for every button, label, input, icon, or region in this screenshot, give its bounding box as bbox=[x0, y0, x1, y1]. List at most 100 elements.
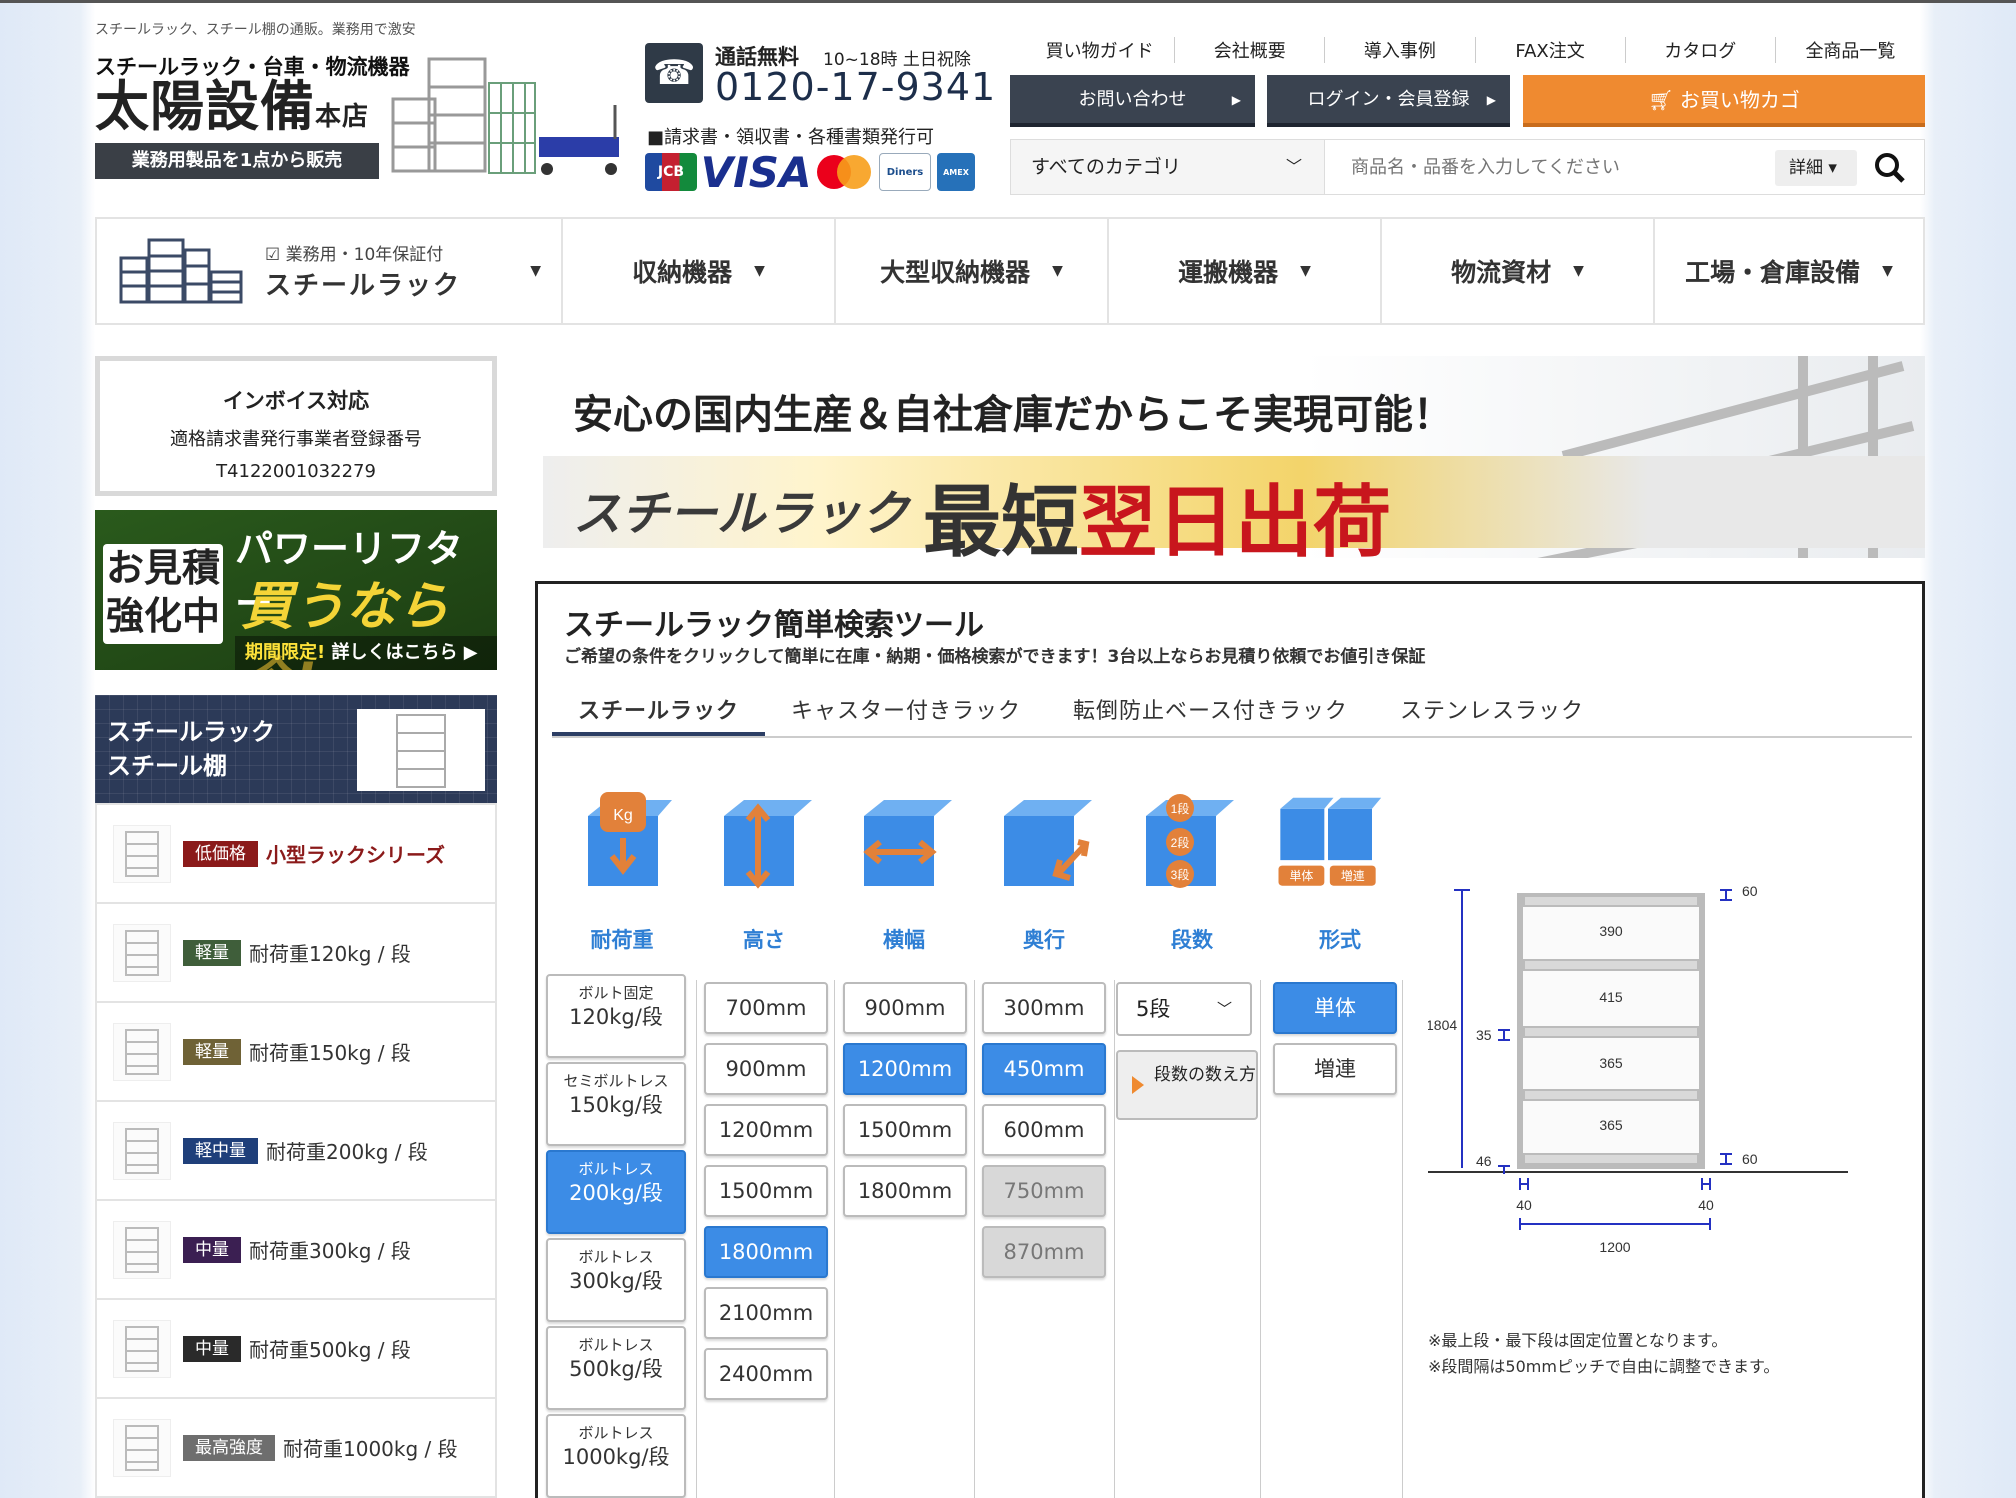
col-label-format: 形式 bbox=[1319, 928, 1361, 952]
sidebar-item[interactable]: 中量 耐荷重500kg / 段 bbox=[97, 1298, 495, 1397]
note-line: ※最上段・最下段は固定位置となります。 bbox=[1428, 1331, 1728, 1350]
detail-label: 詳細 bbox=[1789, 158, 1823, 178]
promo-banner[interactable]: お見積強化中 パワーリフター 買うなら今! 期間限定! 詳しくはこちら ▶ bbox=[95, 510, 497, 670]
sidebar-item[interactable]: 低価格 小型ラックシリーズ bbox=[97, 803, 495, 902]
cart-button[interactable]: 🛒︎ お買い物カゴ bbox=[1523, 75, 1925, 127]
load-option[interactable]: ボルトレス 200kg/段 bbox=[546, 1150, 686, 1234]
load-option-value: 500kg/段 bbox=[569, 1356, 663, 1381]
tier-2-text: 2段 bbox=[1171, 835, 1190, 850]
logo[interactable]: 太陽設備本店 bbox=[95, 77, 369, 147]
banner-headline: 安心の国内生産＆自社倉庫だからこそ実現可能！ bbox=[573, 392, 1453, 438]
dim-gap-35: 35 bbox=[1476, 1027, 1492, 1043]
sidebar-item[interactable]: 軽量 耐荷重150kg / 段 bbox=[97, 1001, 495, 1100]
tiers-howto-label: 段数の数え方 bbox=[1154, 1065, 1256, 1085]
kg-text: Kg bbox=[613, 807, 633, 824]
tiers-howto-button[interactable]: 段数の数え方 bbox=[1116, 1050, 1258, 1120]
tab-caster-rack[interactable]: キャスター付きラック bbox=[765, 688, 1047, 736]
caret-down-icon: ▼ bbox=[1573, 263, 1584, 279]
invoice-title: インボイス対応 bbox=[222, 389, 370, 413]
promo-details: 詳しくはこちら ▶ bbox=[331, 642, 478, 663]
tiers-select[interactable]: 5段 ﹀ bbox=[1116, 982, 1252, 1036]
catnav-factory[interactable]: 工場・倉庫設備 ▼ bbox=[1653, 219, 1923, 323]
sidebar-item-label: 耐荷重150kg / 段 bbox=[249, 1041, 411, 1065]
depth-option[interactable]: 750mm bbox=[982, 1165, 1106, 1217]
load-option-type: ボルト固定 bbox=[578, 984, 654, 1002]
depth-option[interactable]: 600mm bbox=[982, 1104, 1106, 1156]
contact-button[interactable]: お問い合わせ ▶ bbox=[1010, 75, 1255, 127]
sidebar-item[interactable]: 軽中量 耐荷重200kg / 段 bbox=[97, 1100, 495, 1199]
depth-option[interactable]: 300mm bbox=[982, 982, 1106, 1034]
height-option[interactable]: 1200mm bbox=[704, 1104, 828, 1156]
width-option[interactable]: 1800mm bbox=[843, 1165, 967, 1217]
sidebar-item-badge: 軽量 bbox=[183, 1038, 241, 1065]
width-option[interactable]: 1500mm bbox=[843, 1104, 967, 1156]
chevron-right-icon: ▶ bbox=[1231, 93, 1241, 107]
catnav-label: 物流資材 bbox=[1451, 258, 1552, 287]
jcb-logo-icon: JCB bbox=[645, 153, 697, 191]
load-option[interactable]: ボルトレス 300kg/段 bbox=[546, 1238, 686, 1322]
tab-steel-rack[interactable]: スチールラック bbox=[552, 688, 766, 736]
nav-shopping-guide[interactable]: 買い物ガイド bbox=[1025, 37, 1174, 63]
sidebar-list: 低価格 小型ラックシリーズ 軽量 耐荷重120kg / 段軽量 耐荷重150kg / 段… bbox=[95, 803, 497, 1498]
rack-thumbnail bbox=[113, 1418, 171, 1477]
promo-limited: 期間限定! bbox=[245, 642, 326, 663]
height-option[interactable]: 900mm bbox=[704, 1043, 828, 1095]
height-option[interactable]: 1800mm bbox=[704, 1226, 828, 1278]
format-option[interactable]: 単体 bbox=[1273, 982, 1397, 1034]
sidebar-item[interactable]: 軽量 耐荷重120kg / 段 bbox=[97, 902, 495, 1001]
sidebar-item-badge: 中量 bbox=[183, 1335, 241, 1362]
rack-search-tool: スチールラック簡単検索ツール ご希望の条件をクリックして簡単に在庫・納期・価格検… bbox=[535, 581, 1925, 1498]
banner-shipping: 最短翌日出荷 bbox=[923, 460, 1391, 558]
single-badge-text: 単体 bbox=[1290, 869, 1314, 883]
shelf-gap-1: 390 bbox=[1599, 923, 1623, 939]
catnav-large-storage[interactable]: 大型収納機器 ▼ bbox=[834, 219, 1107, 323]
nav-fax-order[interactable]: FAX注文 bbox=[1474, 37, 1625, 63]
height-option[interactable]: 700mm bbox=[704, 982, 828, 1034]
category-select[interactable]: すべてのカテゴリ ﹀ bbox=[1011, 140, 1325, 194]
invoice-number: T4122001032279 bbox=[216, 461, 376, 482]
height-option[interactable]: 2100mm bbox=[704, 1287, 828, 1339]
catnav-steel-rack[interactable]: ☑ 業務用・10年保証付 スチールラック ▼ bbox=[97, 219, 561, 323]
depth-option[interactable]: 450mm bbox=[982, 1043, 1106, 1095]
format-option[interactable]: 増連 bbox=[1273, 1043, 1397, 1095]
load-option-type: ボルトレス bbox=[578, 1336, 654, 1354]
catnav-label: 工場・倉庫設備 bbox=[1685, 258, 1861, 287]
load-capacity-icon: Kg bbox=[588, 792, 672, 886]
sidebar-item-label: 耐荷重500kg / 段 bbox=[249, 1338, 411, 1362]
detail-search-button[interactable]: 詳細 ▾ bbox=[1775, 150, 1857, 186]
height-option[interactable]: 2400mm bbox=[704, 1348, 828, 1400]
sidebar-heading[interactable]: スチールラック スチール棚 bbox=[95, 695, 497, 803]
login-button[interactable]: ログイン・会員登録 ▶ bbox=[1267, 75, 1510, 127]
nav-case-studies[interactable]: 導入事例 bbox=[1324, 37, 1474, 63]
width-icon bbox=[863, 800, 952, 886]
load-option[interactable]: セミボルトレス 150kg/段 bbox=[546, 1062, 686, 1146]
load-option[interactable]: ボルトレス 1000kg/段 bbox=[546, 1414, 686, 1498]
sidebar-item-badge: 軽中量 bbox=[183, 1137, 258, 1164]
nav-company[interactable]: 会社概要 bbox=[1174, 37, 1324, 63]
catnav-logistics[interactable]: 物流資材 ▼ bbox=[1380, 219, 1653, 323]
phone-number[interactable]: 0120-17-9341 bbox=[715, 65, 996, 109]
sidebar-item-badge: 中量 bbox=[183, 1236, 241, 1263]
load-option[interactable]: ボルトレス 500kg/段 bbox=[546, 1326, 686, 1410]
sidebar-item[interactable]: 最高強度 耐荷重1000kg / 段 bbox=[97, 1397, 495, 1496]
shipping-banner[interactable]: 安心の国内生産＆自社倉庫だからこそ実現可能！ スチールラック 最短翌日出荷 bbox=[543, 356, 1925, 558]
catnav-transport[interactable]: 運搬機器 ▼ bbox=[1107, 219, 1380, 323]
search-icon[interactable] bbox=[1869, 148, 1913, 188]
global-nav: 買い物ガイド 会社概要 導入事例 FAX注文 カタログ 全商品一覧 bbox=[1025, 37, 1925, 63]
load-option[interactable]: ボルト固定 120kg/段 bbox=[546, 974, 686, 1058]
logo-suffix: 本店 bbox=[315, 102, 370, 132]
nav-catalog[interactable]: カタログ bbox=[1624, 37, 1775, 63]
banner-product: スチールラック bbox=[573, 486, 910, 542]
nav-all-products[interactable]: 全商品一覧 bbox=[1774, 37, 1925, 63]
height-option[interactable]: 1500mm bbox=[704, 1165, 828, 1217]
search-input[interactable] bbox=[1325, 140, 1765, 194]
sidebar-item[interactable]: 中量 耐荷重300kg / 段 bbox=[97, 1199, 495, 1298]
tool-title: スチールラック簡単検索ツール bbox=[564, 608, 984, 643]
tab-stainless-rack[interactable]: ステンレスラック bbox=[1374, 688, 1610, 736]
width-option[interactable]: 900mm bbox=[843, 982, 967, 1034]
dim-gap-46: 46 bbox=[1476, 1153, 1492, 1169]
catnav-storage[interactable]: 収納機器 ▼ bbox=[561, 219, 834, 323]
tab-base-rack[interactable]: 転倒防止ベース付きラック bbox=[1047, 688, 1374, 736]
depth-option[interactable]: 870mm bbox=[982, 1226, 1106, 1278]
width-option[interactable]: 1200mm bbox=[843, 1043, 967, 1095]
